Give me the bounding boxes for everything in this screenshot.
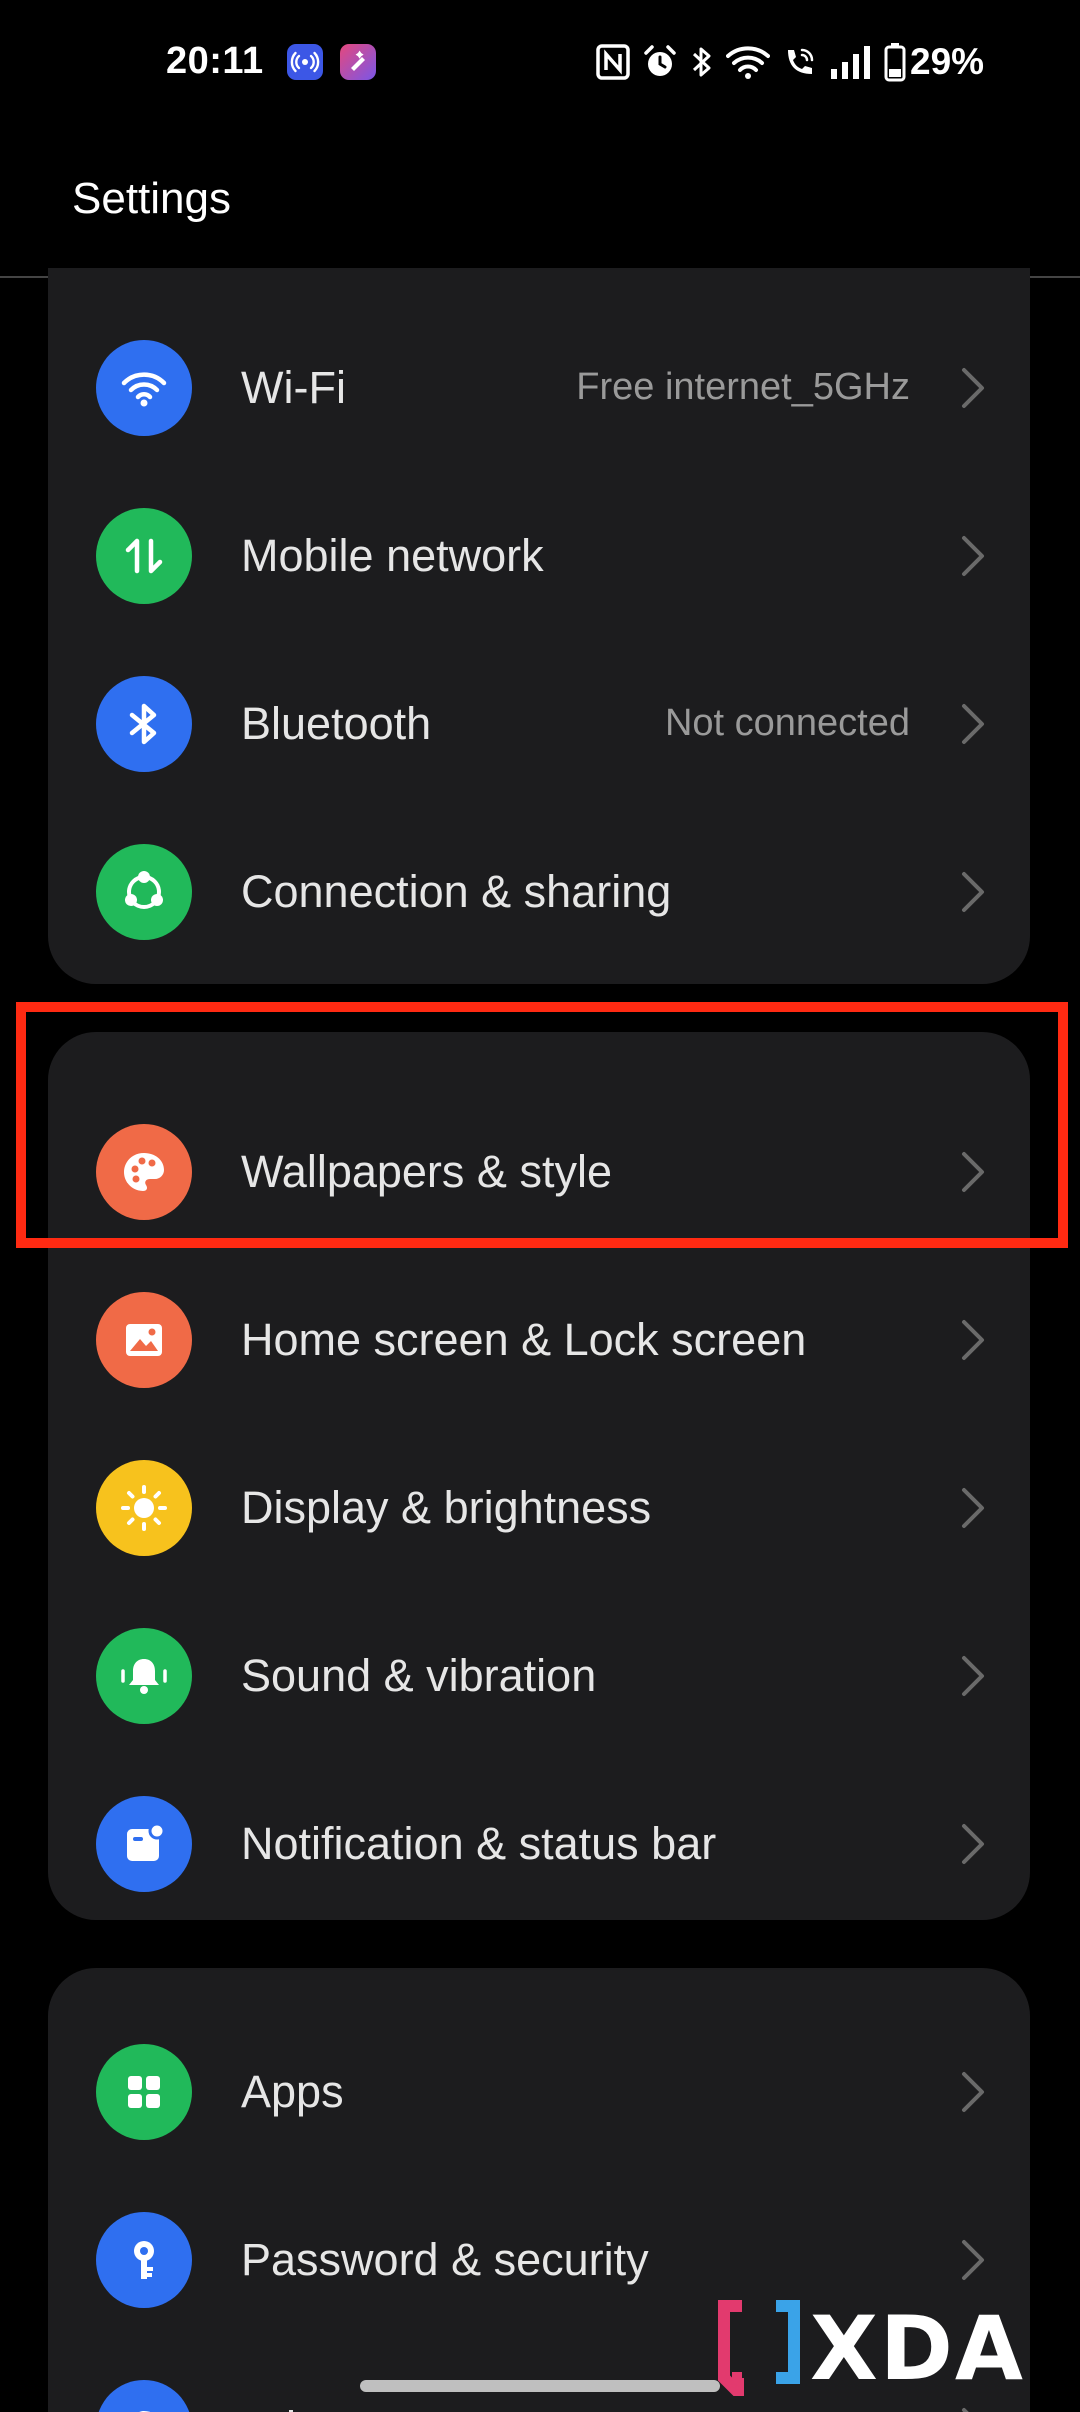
- chevron-right-icon: [958, 866, 988, 918]
- privacy-icon: [96, 2380, 192, 2412]
- settings-item-label: Bluetooth: [241, 698, 432, 749]
- settings-group-connectivity: Wi-Fi Free internet_5GHz Mobile network …: [48, 268, 1030, 984]
- chevron-right-icon: [958, 1314, 988, 1366]
- page-title: Settings: [72, 174, 231, 223]
- settings-item-wifi[interactable]: Wi-Fi Free internet_5GHz: [48, 304, 1030, 472]
- settings-item-label: Password & security: [241, 2234, 649, 2285]
- alarm-icon: [644, 45, 676, 76]
- wifi-status-icon: [726, 46, 770, 79]
- settings-item-label: Sound & vibration: [241, 1650, 597, 1701]
- settings-item-label: Privacy: [241, 2402, 389, 2412]
- settings-item-label: Wi-Fi: [241, 362, 346, 413]
- system-icons: 29%: [596, 40, 984, 84]
- share-icon: [96, 844, 192, 940]
- settings-item-home-lock-screen[interactable]: Home screen & Lock screen: [48, 1256, 1030, 1424]
- settings-item-connection-sharing[interactable]: Connection & sharing: [48, 808, 1030, 976]
- chevron-right-icon: [958, 2066, 988, 2118]
- chevron-right-icon: [958, 1482, 988, 1534]
- bell-icon: [96, 1628, 192, 1724]
- hotspot-app-icon: [287, 44, 323, 80]
- bluetooth-status-icon: [692, 47, 711, 77]
- xda-logo-icon: [718, 2300, 800, 2396]
- chevron-right-icon: [958, 362, 988, 414]
- xda-watermark: XDA: [716, 2297, 1056, 2400]
- settings-item-apps[interactable]: Apps: [48, 2008, 1030, 2176]
- settings-item-label: Connection & sharing: [241, 866, 672, 917]
- settings-item-label: Home screen & Lock screen: [241, 1314, 807, 1365]
- settings-item-label: Display & brightness: [241, 1482, 652, 1533]
- settings-item-label: Apps: [241, 2066, 344, 2117]
- gesture-nav-bar[interactable]: [360, 2380, 720, 2392]
- chevron-right-icon: [958, 1818, 988, 1870]
- wifi-icon: [96, 340, 192, 436]
- apps-grid-icon: [96, 2044, 192, 2140]
- settings-item-label: Mobile network: [241, 530, 544, 581]
- mobile-data-icon: [96, 508, 192, 604]
- settings-item-value: Not connected: [664, 702, 910, 744]
- sun-icon: [96, 1460, 192, 1556]
- notification-icon: [96, 1796, 192, 1892]
- shortcut-app-icon: [340, 44, 376, 80]
- bluetooth-icon: [96, 676, 192, 772]
- settings-item-label: Notification & status bar: [241, 1818, 717, 1869]
- signal-icon: [831, 46, 870, 79]
- picture-icon: [96, 1292, 192, 1388]
- nfc-icon: [596, 44, 630, 80]
- battery-icon: [884, 43, 906, 82]
- settings-item-sound-vibration[interactable]: Sound & vibration: [48, 1592, 1030, 1760]
- chevron-right-icon: [958, 2402, 988, 2412]
- status-bar: 20:11 29%: [0, 0, 1080, 130]
- settings-item-bluetooth[interactable]: Bluetooth Not connected: [48, 640, 1030, 808]
- xda-wordmark: XDA: [810, 2296, 1025, 2400]
- highlight-box: [16, 1002, 1068, 1248]
- wifi-calling-icon: [788, 48, 814, 74]
- settings-item-value: Free internet_5GHz: [576, 366, 910, 408]
- key-icon: [96, 2212, 192, 2308]
- chevron-right-icon: [958, 2234, 988, 2286]
- battery-percent: 29%: [910, 41, 985, 82]
- chevron-right-icon: [958, 698, 988, 750]
- status-time: 20:11: [166, 40, 264, 82]
- chevron-right-icon: [958, 1650, 988, 1702]
- settings-item-display-brightness[interactable]: Display & brightness: [48, 1424, 1030, 1592]
- settings-item-notification-status-bar[interactable]: Notification & status bar: [48, 1760, 1030, 1928]
- chevron-right-icon: [958, 530, 988, 582]
- settings-item-mobile-network[interactable]: Mobile network: [48, 472, 1030, 640]
